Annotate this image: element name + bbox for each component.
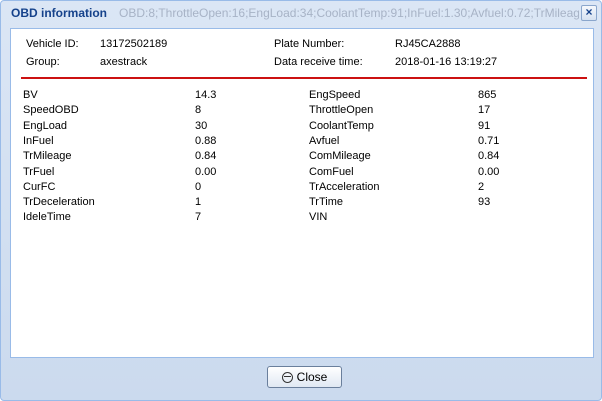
- title-bar[interactable]: OBD:8;ThrottleOpen:16;EngLoad:34;Coolant…: [1, 1, 601, 27]
- param-value: 93: [478, 196, 491, 209]
- param-label: InFuel: [23, 134, 54, 147]
- param-value: 8: [195, 104, 202, 117]
- param-value: 0.00: [478, 165, 500, 178]
- param-value: 0.88: [195, 134, 217, 147]
- param-label: TrFuel: [23, 165, 55, 178]
- obd-dialog: OBD:8;ThrottleOpen:16;EngLoad:34;Coolant…: [0, 0, 602, 401]
- plate-number-label: Plate Number:: [274, 38, 345, 50]
- vehicle-id-label: Vehicle ID:: [26, 38, 79, 50]
- param-value: 30: [195, 119, 208, 132]
- param-label: ComFuel: [309, 165, 354, 178]
- param-value: 0.84: [478, 150, 500, 163]
- param-value: 2: [478, 180, 485, 193]
- param-label: SpeedOBD: [23, 104, 79, 117]
- close-button[interactable]: Close: [267, 366, 342, 388]
- minus-circle-icon: [281, 371, 293, 383]
- dialog-body: Vehicle ID: 13172502189 Plate Number: RJ…: [10, 28, 594, 358]
- param-value: 1: [195, 196, 202, 209]
- param-label: CoolantTemp: [309, 119, 374, 132]
- param-label: ComMileage: [309, 150, 371, 163]
- param-label: TrMileage: [23, 150, 72, 163]
- param-value: 865: [478, 89, 497, 101]
- header-divider: [21, 77, 587, 79]
- param-label: Avfuel: [309, 134, 340, 147]
- param-label: TrTime: [309, 196, 344, 209]
- data-receive-time-value: 2018-01-16 13:19:27: [395, 56, 498, 68]
- param-label: CurFC: [23, 180, 56, 193]
- plate-number-value: RJ45CA2888: [395, 38, 461, 50]
- param-value: 0.71: [478, 134, 500, 147]
- param-label: ThrottleOpen: [309, 104, 374, 117]
- background-page-text: OBD:8;ThrottleOpen:16;EngLoad:34;Coolant…: [119, 6, 579, 20]
- group-value: axestrack: [100, 56, 148, 68]
- close-button-label: Close: [296, 370, 328, 384]
- data-receive-time-label: Data receive time:: [274, 56, 363, 68]
- param-value: 91: [478, 119, 491, 132]
- param-label: TrAcceleration: [309, 180, 380, 193]
- param-label: BV: [23, 89, 38, 101]
- param-label: IdeleTime: [23, 211, 71, 224]
- dialog-title: OBD information: [11, 6, 107, 20]
- param-label: VIN: [309, 211, 328, 224]
- param-value: 7: [195, 211, 202, 224]
- param-value: 0.00: [195, 165, 217, 178]
- vehicle-id-value: 13172502189: [100, 38, 168, 50]
- group-label: Group:: [26, 56, 60, 68]
- param-value: 0.84: [195, 150, 217, 163]
- param-value: 0: [195, 180, 202, 193]
- param-label: EngSpeed: [309, 89, 361, 101]
- close-window-icon[interactable]: ×: [581, 5, 597, 21]
- param-label: EngLoad: [23, 119, 68, 132]
- param-value: 14.3: [195, 89, 217, 101]
- param-label: TrDeceleration: [23, 196, 95, 209]
- param-value: 17: [478, 104, 491, 117]
